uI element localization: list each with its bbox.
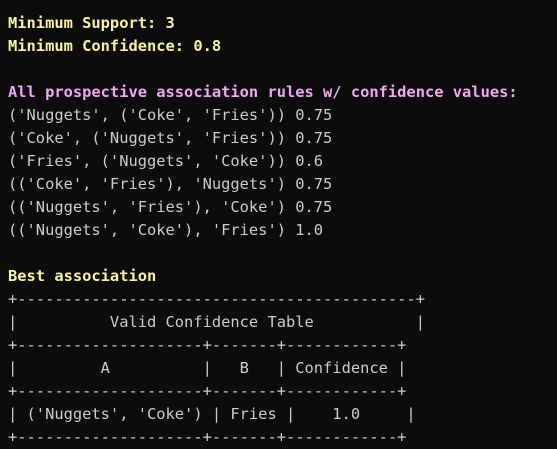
min-support-line: Minimum Support: 3 [8,14,175,32]
table-data-row: | ('Nuggets', 'Coke') | Fries | 1.0 | [8,405,416,423]
rule-line: (('Nuggets', 'Coke'), 'Fries') 1.0 [8,221,324,239]
table-title-row: | Valid Confidence Table | [8,313,425,331]
best-association-heading: Best association [8,267,157,285]
rule-line: ('Coke', ('Nuggets', 'Fries')) 0.75 [8,129,333,147]
partial-line [8,0,557,12]
rule-line: (('Coke', 'Fries'), 'Nuggets') 0.75 [8,175,333,193]
table-border-top: +---------------------------------------… [8,290,425,308]
rule-line: (('Nuggets', 'Fries'), 'Coke') 0.75 [8,198,333,216]
min-confidence-line: Minimum Confidence: 0.8 [8,37,222,55]
table-header-row: | A | B | Confidence | [8,359,407,377]
table-border-header: +--------------------+-------+----------… [8,382,407,400]
table-border-mid: +--------------------+-------+----------… [8,336,407,354]
terminal-output: Minimum Support: 3 Minimum Confidence: 0… [8,0,557,446]
rules-heading: All prospective association rules w/ con… [8,83,518,101]
rule-line: ('Fries', ('Nuggets', 'Coke')) 0.6 [8,152,324,170]
rule-line: ('Nuggets', ('Coke', 'Fries')) 0.75 [8,106,333,124]
